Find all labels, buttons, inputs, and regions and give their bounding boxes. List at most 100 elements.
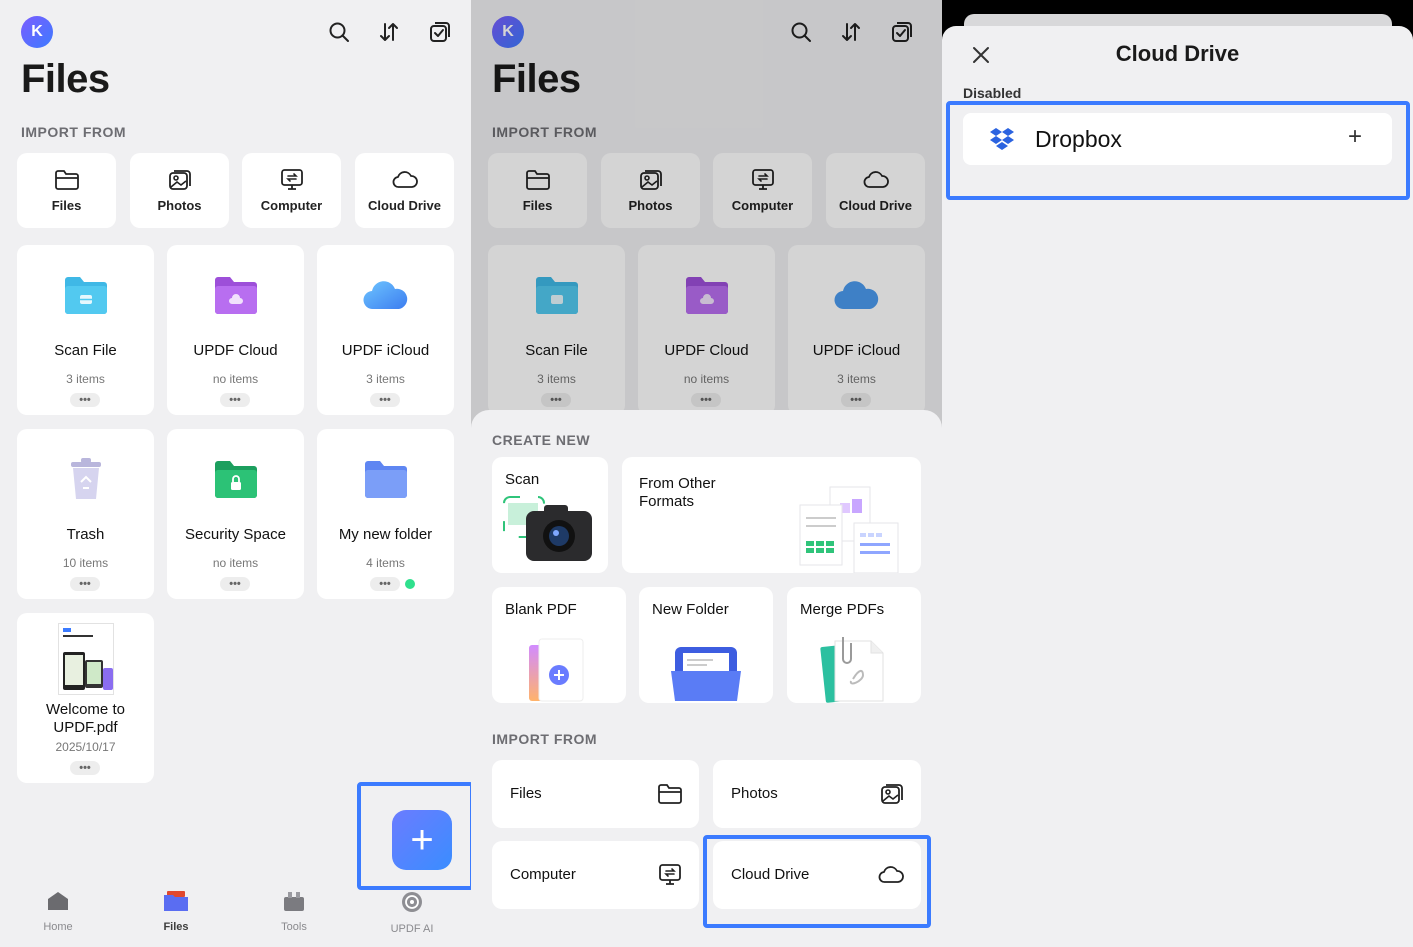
trash-icon	[70, 458, 101, 499]
computer-icon	[280, 169, 303, 190]
updf-cloud-folder-icon	[214, 277, 257, 314]
tab-label: Home	[43, 921, 73, 933]
folder-icon	[658, 784, 682, 804]
folder-count: no items	[212, 372, 259, 386]
file-name: Welcome to UPDF.pdf	[46, 701, 125, 736]
camera-icon	[503, 496, 592, 561]
cloud-drive-sheet: Cloud Drive Disabled Dropbox +	[942, 26, 1413, 947]
scan-folder-icon	[64, 277, 107, 314]
create-from-other-formats-button[interactable]: From Other Formats	[622, 457, 921, 573]
folder-count: 3 items	[66, 372, 105, 386]
merge-pdfs-icon	[820, 637, 884, 703]
icloud-icon	[362, 281, 407, 310]
more-button[interactable]: •••	[70, 577, 100, 591]
computer-icon	[659, 864, 681, 885]
create-new-folder-label: New Folder	[652, 601, 729, 618]
folder-name: Security Space	[185, 526, 286, 543]
folder-name: UPDF Cloud	[193, 342, 278, 359]
avatar[interactable]: K	[21, 16, 53, 48]
folder-icon	[364, 461, 407, 498]
folder-count: 10 items	[62, 556, 109, 570]
import-photos-label: Photos	[157, 198, 202, 213]
import-files-button[interactable]: Files	[17, 153, 116, 228]
folder-count: 3 items	[366, 372, 405, 386]
select-icon[interactable]	[427, 19, 453, 45]
tab-files[interactable]: Files	[136, 890, 216, 933]
create-bottom-sheet: CREATE NEW Scan From Other Formats Blank…	[471, 410, 942, 947]
folder-name: Trash	[66, 526, 105, 543]
lock-folder-icon	[214, 461, 257, 498]
tools-icon	[284, 892, 304, 911]
more-button[interactable]: •••	[220, 577, 250, 591]
file-date: 2025/10/17	[55, 740, 116, 754]
more-button[interactable]: •••	[370, 577, 400, 591]
sheet-title: Cloud Drive	[1115, 41, 1240, 66]
create-blank-pdf-button[interactable]: Blank PDF	[492, 587, 626, 703]
ai-icon	[402, 892, 422, 912]
photos-icon	[168, 170, 191, 190]
folder-security-space[interactable]: Security Space no items •••	[167, 429, 304, 599]
folder-count: 4 items	[366, 556, 405, 570]
disabled-section-label: Disabled	[963, 85, 1022, 101]
folder-name: UPDF iCloud	[341, 342, 430, 359]
page-title: Files	[21, 57, 110, 101]
cloud-icon	[392, 171, 418, 188]
sort-icon[interactable]	[376, 19, 402, 45]
create-scan-button[interactable]: Scan	[492, 457, 608, 573]
create-blank-pdf-label: Blank PDF	[505, 601, 577, 618]
import-computer-row-label: Computer	[510, 866, 576, 883]
new-folder-icon	[671, 647, 741, 701]
file-welcome-pdf[interactable]: Welcome to UPDF.pdf 2025/10/17 •••	[17, 613, 154, 783]
create-sheet-screen: K Files IMPORT FROM Files Photos Compute…	[471, 0, 942, 947]
files-screen: K Files IMPORT FROM Files Photos Compute…	[0, 0, 471, 947]
import-computer-button[interactable]: Computer	[242, 153, 341, 228]
import-files-label: Files	[51, 198, 82, 213]
create-from-other-formats-label: From Other Formats	[639, 475, 716, 510]
files-tab-icon	[164, 891, 188, 911]
create-new-folder-button[interactable]: New Folder	[639, 587, 773, 703]
folder-updf-icloud[interactable]: UPDF iCloud 3 items •••	[317, 245, 454, 415]
import-photos-row[interactable]: Photos	[713, 760, 921, 828]
tab-label: Tools	[281, 921, 307, 933]
import-files-row-label: Files	[510, 785, 542, 802]
search-icon[interactable]	[326, 19, 352, 45]
add-button[interactable]: +	[392, 810, 452, 870]
import-files-row[interactable]: Files	[492, 760, 699, 828]
folder-trash[interactable]: Trash 10 items •••	[17, 429, 154, 599]
more-button[interactable]: •••	[70, 761, 100, 775]
cloud-drive-highlight	[703, 835, 931, 928]
more-button[interactable]: •••	[220, 393, 250, 407]
merge-pdfs-button[interactable]: Merge PDFs	[787, 587, 921, 703]
import-section-label: IMPORT FROM	[21, 124, 127, 140]
tab-label: Files	[163, 921, 189, 933]
blank-pdf-icon	[529, 638, 584, 702]
import-section-label-2: IMPORT FROM	[492, 731, 598, 747]
folder-icon	[54, 170, 79, 190]
documents-icon	[799, 486, 899, 573]
dropbox-highlight	[946, 101, 1410, 200]
import-computer-label: Computer	[260, 198, 323, 213]
photos-icon	[881, 784, 903, 804]
import-computer-row[interactable]: Computer	[492, 841, 699, 909]
pdf-thumbnail-icon	[58, 623, 114, 695]
folder-name: Scan File	[54, 342, 117, 359]
import-cloud-drive-button[interactable]: Cloud Drive	[355, 153, 454, 228]
merge-pdfs-label: Merge PDFs	[800, 601, 885, 618]
folder-my-new-folder[interactable]: My new folder 4 items •••	[317, 429, 454, 599]
import-photos-button[interactable]: Photos	[130, 153, 229, 228]
cloud-drive-screen: Cloud Drive Disabled Dropbox +	[942, 0, 1413, 947]
tab-updf-ai[interactable]: UPDF AI	[372, 890, 452, 935]
tab-tools[interactable]: Tools	[254, 890, 334, 933]
import-cloud-drive-label: Cloud Drive	[368, 198, 441, 213]
tab-home[interactable]: Home	[18, 890, 98, 933]
folder-updf-cloud[interactable]: UPDF Cloud no items •••	[167, 245, 304, 415]
folder-name: My new folder	[338, 526, 433, 543]
folder-count: no items	[212, 556, 259, 570]
home-icon	[48, 892, 68, 910]
more-button[interactable]: •••	[370, 393, 400, 407]
folder-scan-file[interactable]: Scan File 3 items •••	[17, 245, 154, 415]
create-section-label: CREATE NEW	[492, 432, 591, 448]
more-button[interactable]: •••	[70, 393, 100, 407]
tab-label: UPDF AI	[390, 923, 434, 935]
create-scan-label: Scan	[505, 471, 540, 488]
